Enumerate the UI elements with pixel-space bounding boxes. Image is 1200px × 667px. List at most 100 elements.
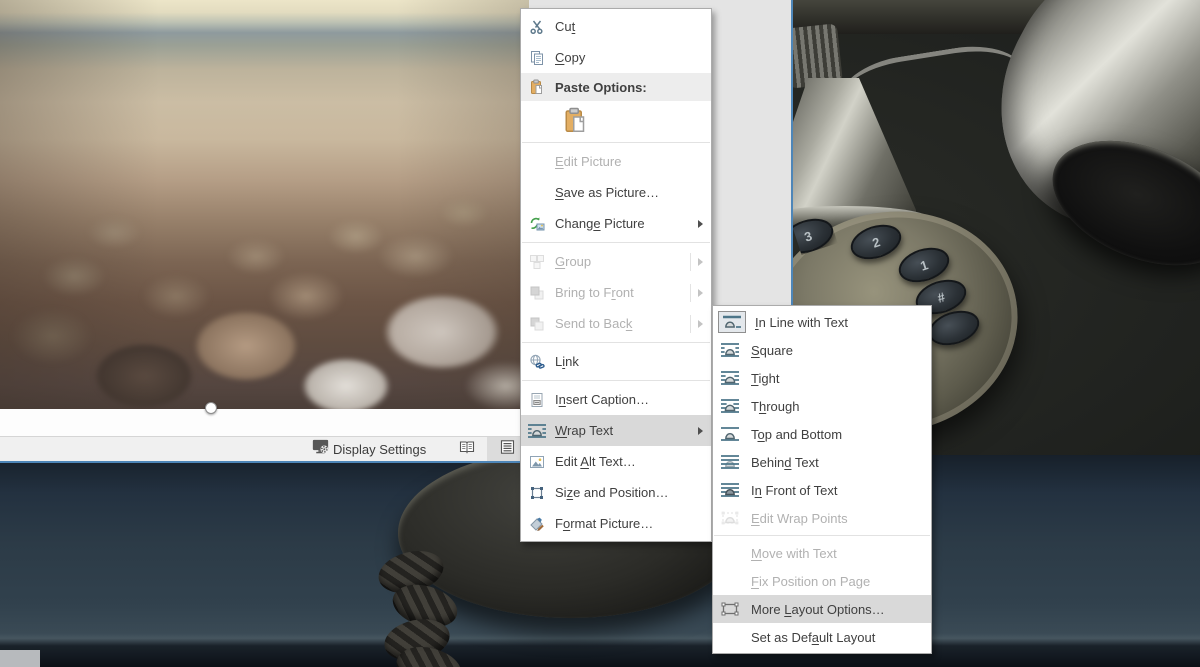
menu-item-through[interactable]: Through: [713, 392, 931, 420]
menu-item-insert-caption[interactable]: Insert Caption…: [521, 384, 711, 415]
picture-resize-handle[interactable]: [205, 402, 217, 414]
display-settings-label: Display Settings: [333, 442, 426, 457]
scissors-icon: [526, 19, 548, 35]
menu-item-link[interactable]: Link: [521, 346, 711, 377]
submenu-arrow-icon: [698, 289, 703, 297]
menu-item-label: Bring to Front: [555, 285, 690, 300]
menu-item-behind-text[interactable]: Behind Text: [713, 448, 931, 476]
menu-item-label: Send to Back: [555, 316, 690, 331]
link-icon: [526, 354, 548, 370]
photo-haze: [0, 0, 529, 409]
wrap-square-icon: [718, 341, 742, 359]
menu-item-paste-options-label: Paste Options:: [521, 73, 711, 101]
menu-item-label: Top and Bottom: [751, 427, 931, 442]
document-picture[interactable]: [0, 0, 529, 409]
menu-item-label: Format Picture…: [555, 516, 711, 531]
wrap-tight-icon: [718, 369, 742, 387]
menu-item-label: Edit Wrap Points: [751, 511, 931, 526]
wrap-behind-icon: [718, 453, 742, 471]
menu-separator: [522, 380, 710, 381]
menu-item-wrap-text[interactable]: Wrap Text: [521, 415, 711, 446]
wrap-editpoints-icon: [718, 509, 742, 527]
size-position-icon: [526, 485, 548, 501]
paste-large-icon: [563, 107, 589, 133]
menu-item-label: Cut: [555, 19, 711, 34]
menu-item-label: Size and Position…: [555, 485, 711, 500]
menu-item-label: Tight: [751, 371, 931, 386]
print-layout-icon: [499, 439, 516, 460]
menu-item-format-picture[interactable]: Format Picture…: [521, 508, 711, 539]
submenu-arrow-icon: [698, 220, 703, 228]
caption-icon: [526, 392, 548, 408]
menu-item-label: Copy: [555, 50, 711, 65]
menu-item-label: Edit Picture: [555, 154, 711, 169]
submenu-arrow-icon: [698, 427, 703, 435]
menu-item-label: More Layout Options…: [751, 602, 931, 617]
menu-item-edit-picture: Edit Picture: [521, 146, 711, 177]
menu-item-set-as-default-layout[interactable]: Set as Default Layout: [713, 623, 931, 651]
menu-item-label: Save as Picture…: [555, 185, 711, 200]
menu-item-fix-position-on-page: Fix Position on Page: [713, 567, 931, 595]
menu-item-change-picture[interactable]: Change Picture: [521, 208, 711, 239]
screen: 321# Display Settings: [0, 0, 1200, 667]
read-mode-icon: [458, 439, 476, 460]
menu-item-label: Edit Alt Text…: [555, 454, 711, 469]
document-page: [0, 409, 529, 436]
alt-text-icon: [526, 454, 548, 470]
menu-item-cut[interactable]: Cut: [521, 11, 711, 42]
menu-item-label: In Front of Text: [751, 483, 931, 498]
group-icon: [526, 254, 548, 270]
wrap-inline-icon: [718, 311, 746, 333]
menu-item-bring-to-front: Bring to Front: [521, 277, 711, 308]
copy-icon: [526, 50, 548, 66]
menu-item-save-as-picture[interactable]: Save as Picture…: [521, 177, 711, 208]
wrap-through-icon: [718, 397, 742, 415]
menu-item-move-with-text: Move with Text: [713, 539, 931, 567]
menu-item-label: Change Picture: [555, 216, 698, 231]
more-layout-icon: [718, 600, 742, 618]
menu-item-label: Insert Caption…: [555, 392, 711, 407]
read-mode-button[interactable]: [446, 437, 487, 461]
submenu-arrow-icon: [698, 258, 703, 266]
send-back-icon: [526, 316, 548, 332]
wrap-topbottom-icon: [718, 425, 742, 443]
wallpaper-corner-patch: [0, 650, 40, 667]
menu-item-label: Through: [751, 399, 931, 414]
display-settings-button[interactable]: Display Settings: [308, 437, 430, 461]
menu-item-tight[interactable]: Tight: [713, 364, 931, 392]
menu-item-copy[interactable]: Copy: [521, 42, 711, 73]
menu-item-paste-keep-source-formatting[interactable]: [521, 101, 711, 139]
menu-item-square[interactable]: Square: [713, 336, 931, 364]
menu-item-label: Wrap Text: [555, 423, 698, 438]
wrap-text-submenu: In Line with Text Square Tight Through Top a…: [712, 305, 932, 654]
bring-front-icon: [526, 285, 548, 301]
wrap-front-icon: [718, 481, 742, 499]
menu-separator: [522, 142, 710, 143]
menu-item-send-to-back: Send to Back: [521, 308, 711, 339]
menu-separator: [714, 535, 930, 536]
menu-item-label: Square: [751, 343, 931, 358]
menu-item-label: Paste Options:: [555, 80, 711, 95]
menu-item-in-front-of-text[interactable]: In Front of Text: [713, 476, 931, 504]
menu-item-edit-alt-text[interactable]: Edit Alt Text…: [521, 446, 711, 477]
menu-separator: [522, 342, 710, 343]
menu-item-label: Move with Text: [751, 546, 931, 561]
picture-context-menu: Cut Copy Paste Options: Edit Picture Save …: [520, 8, 712, 542]
change-picture-icon: [526, 216, 548, 232]
menu-item-label: Fix Position on Page: [751, 574, 931, 589]
display-settings-icon: [312, 438, 329, 460]
format-picture-icon: [526, 516, 548, 532]
menu-item-label: Link: [555, 354, 711, 369]
menu-separator: [522, 242, 710, 243]
menu-item-more-layout-options[interactable]: More Layout Options…: [713, 595, 931, 623]
menu-item-label: Group: [555, 254, 690, 269]
menu-item-label: Set as Default Layout: [751, 630, 931, 645]
submenu-arrow-icon: [698, 320, 703, 328]
menu-item-edit-wrap-points: Edit Wrap Points: [713, 504, 931, 532]
menu-item-label: Behind Text: [751, 455, 931, 470]
menu-item-in-line-with-text[interactable]: In Line with Text: [713, 308, 931, 336]
menu-item-group: Group: [521, 246, 711, 277]
menu-item-size-and-position[interactable]: Size and Position…: [521, 477, 711, 508]
menu-item-top-and-bottom[interactable]: Top and Bottom: [713, 420, 931, 448]
paste-icon: [526, 79, 548, 95]
